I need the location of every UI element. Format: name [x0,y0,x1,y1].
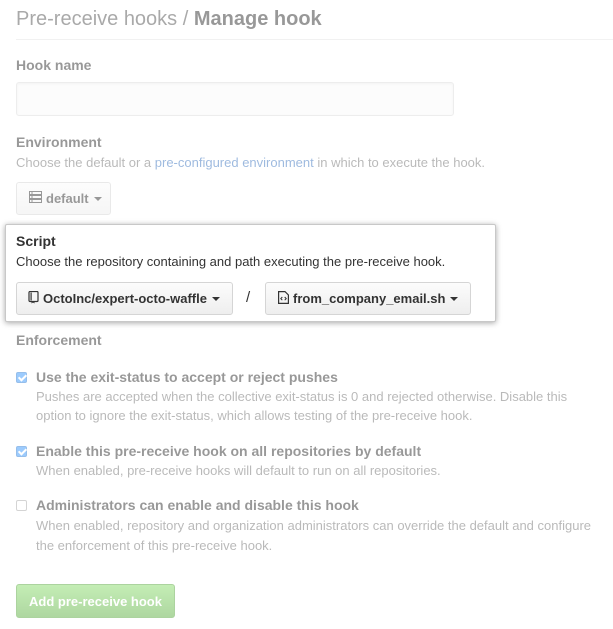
admins-can-toggle-checkbox[interactable] [16,500,27,511]
admins-can-toggle-option-label[interactable]: Administrators can enable and disable th… [36,497,359,513]
environment-note-text: Choose the default or a [16,155,155,170]
exit-status-checkbox[interactable] [16,372,27,383]
code-file-icon [278,290,289,307]
path-separator: / [246,289,251,306]
chevron-down-icon [450,296,459,301]
repository-select-value: OctoInc/expert-octo-waffle [43,291,207,306]
breadcrumb-current: Manage hook [193,8,322,30]
server-icon [29,191,42,206]
script-label: Script [16,233,56,249]
breadcrumb-parent[interactable]: Pre-receive hooks [16,8,177,30]
admins-can-toggle-option-desc-1: When enabled, repository and organizatio… [36,518,592,533]
enforcement-label: Enforcement [16,332,102,348]
hook-name-input[interactable] [16,82,454,116]
environment-select-value: default [46,191,89,206]
exit-status-option-label[interactable]: Use the exit-status to accept or reject … [36,369,338,385]
pre-configured-environment-link[interactable]: pre-configured environment [155,155,314,170]
script-file-select-value: from_company_email.sh [293,291,446,306]
page-header: Pre-receive hooks / Manage hook [16,6,613,40]
exit-status-option-desc-2: option to ignore the exit-status, which … [36,408,473,423]
repo-icon [28,290,39,307]
hook-name-label: Hook name [16,57,92,73]
chevron-down-icon [211,296,220,301]
environment-label: Environment [16,134,102,150]
environment-note: Choose the default or a pre-configured e… [16,155,485,170]
breadcrumb-separator: / [177,8,194,30]
script-note: Choose the repository containing and pat… [16,254,446,269]
repository-select-button[interactable]: OctoInc/expert-octo-waffle [16,282,233,315]
script-file-select-button[interactable]: from_company_email.sh [265,282,471,315]
add-pre-receive-hook-button[interactable]: Add pre-receive hook [16,584,175,618]
enable-all-repos-option-desc: When enabled, pre-receive hooks will def… [36,463,441,478]
exit-status-option-desc-1: Pushes are accepted when the collective … [36,389,568,404]
environment-note-text-end: in which to execute the hook. [313,155,486,170]
environment-select-button[interactable]: default [16,182,111,215]
admins-can-toggle-option-desc-2: the enforcement of this pre-receive hook… [36,538,273,553]
enable-all-repos-option-label[interactable]: Enable this pre-receive hook on all repo… [36,443,421,459]
chevron-down-icon [93,196,102,201]
page-title: Pre-receive hooks / Manage hook [16,6,613,32]
enable-all-repos-checkbox[interactable] [16,446,27,457]
